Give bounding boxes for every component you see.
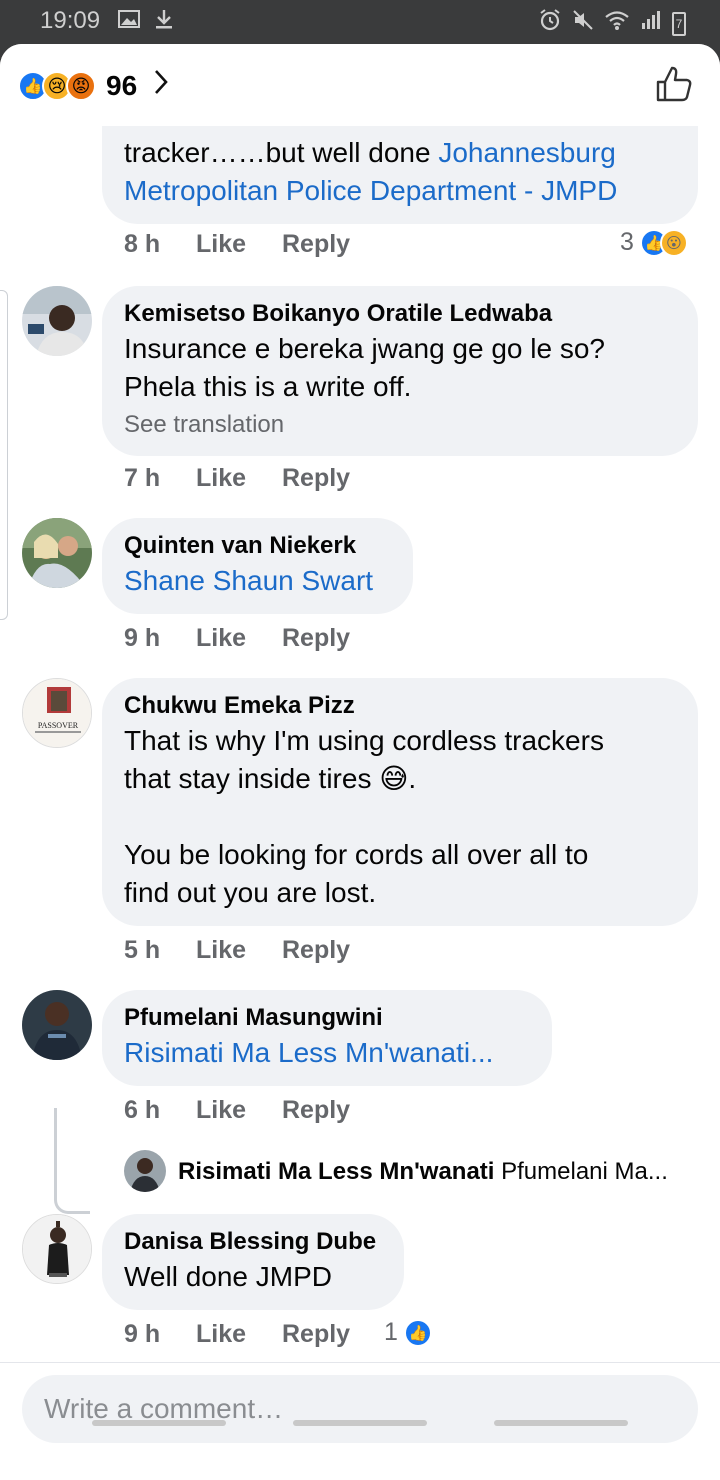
mention-link[interactable]: Risimati Ma Less Mn'wanati... bbox=[124, 1034, 530, 1072]
comment-author[interactable]: Chukwu Emeka Pizz bbox=[124, 690, 676, 722]
comment-time: 6 h bbox=[124, 1096, 161, 1124]
reply-avatar[interactable] bbox=[124, 1150, 166, 1192]
reply-author[interactable]: Risimati Ma Less Mn'wanati bbox=[178, 1158, 494, 1185]
avatar[interactable] bbox=[22, 518, 92, 588]
gallery-icon bbox=[118, 8, 140, 37]
comment-author[interactable]: Quinten van Niekerk bbox=[124, 530, 391, 562]
mute-icon bbox=[572, 9, 594, 38]
comment-bubble[interactable]: Pfumelani Masungwini Risimati Ma Less Mn… bbox=[102, 990, 552, 1086]
reaction-total: 96 bbox=[106, 70, 138, 101]
comment-actions: 9 h Like Reply bbox=[124, 624, 350, 653]
comment-text-line: That is why I'm using cordless trackers bbox=[124, 725, 604, 756]
like-post-button[interactable] bbox=[654, 64, 694, 104]
reply-button[interactable]: Reply bbox=[282, 1096, 350, 1125]
reply-button[interactable]: Reply bbox=[282, 936, 350, 965]
comment-reactions[interactable]: 1 👍 bbox=[384, 1318, 432, 1347]
reactions-header: 👍 😢 😡 96 bbox=[0, 44, 720, 126]
comment-time: 5 h bbox=[124, 936, 161, 964]
comment-bubble[interactable]: Chukwu Emeka Pizz That is why I'm using … bbox=[102, 678, 698, 926]
like-button[interactable]: Like bbox=[196, 464, 282, 493]
comment-actions: 8 h Like Reply bbox=[124, 230, 350, 259]
see-translation-link[interactable]: See translation bbox=[124, 408, 676, 442]
comment-time: 8 h bbox=[124, 230, 161, 258]
reply-thread-line bbox=[54, 1108, 90, 1214]
like-button[interactable]: Like bbox=[196, 230, 282, 259]
comment-actions: 7 h Like Reply bbox=[124, 464, 350, 493]
comment-text: Well done JMPD bbox=[124, 1261, 333, 1292]
comment-text: tracker……but well done bbox=[124, 137, 439, 168]
thumbs-up-icon bbox=[654, 66, 694, 108]
battery-level: 7 bbox=[675, 16, 683, 31]
comment-actions: 9 h Like Reply bbox=[124, 1320, 350, 1349]
nav-bar-right bbox=[494, 1420, 628, 1426]
comment-text-line: You be looking for cords all over all to bbox=[124, 839, 589, 870]
comment-text-line: that stay inside tires 😅. bbox=[124, 763, 417, 794]
comments-sheet: tracker……but well done Johannesburg Metr… bbox=[0, 44, 720, 1480]
alarm-icon bbox=[538, 8, 562, 39]
wifi-icon bbox=[604, 9, 630, 38]
comment-text-line: Insurance e bereka jwang ge go le so? bbox=[124, 333, 605, 364]
nav-bar-left bbox=[92, 1420, 226, 1426]
avatar[interactable]: PASSOVER bbox=[22, 678, 92, 748]
comment-time: 7 h bbox=[124, 464, 161, 492]
reactions-summary[interactable]: 👍 😢 😡 96 bbox=[18, 68, 169, 104]
like-button[interactable]: Like bbox=[196, 936, 282, 965]
reply-button[interactable]: Reply bbox=[282, 464, 350, 493]
status-time: 19:09 bbox=[40, 7, 101, 34]
comment-input[interactable] bbox=[22, 1375, 698, 1443]
wow-icon: 😮 bbox=[659, 228, 688, 257]
chevron-right-icon[interactable] bbox=[153, 68, 169, 104]
comment-text-line bbox=[124, 798, 676, 836]
comment-time: 9 h bbox=[124, 1320, 161, 1348]
nav-bar-center bbox=[293, 1420, 427, 1426]
comment-text-line: Phela this is a write off. bbox=[124, 371, 412, 402]
like-button[interactable]: Like bbox=[196, 1320, 282, 1349]
battery-icon: 7 bbox=[672, 11, 686, 36]
comment-reactions[interactable]: 3 👍 😮 bbox=[620, 228, 688, 257]
mention-link[interactable]: Shane Shaun Swart bbox=[124, 562, 391, 600]
reaction-count: 3 bbox=[620, 228, 634, 256]
scroll-edge-indicator bbox=[0, 290, 8, 620]
avatar[interactable] bbox=[22, 1214, 92, 1284]
angry-reaction-icon: 😡 bbox=[66, 71, 96, 101]
reaction-count: 1 bbox=[384, 1318, 398, 1346]
comment-actions: 5 h Like Reply bbox=[124, 936, 350, 965]
comment-bubble[interactable]: Danisa Blessing Dube Well done JMPD bbox=[102, 1214, 404, 1310]
avatar-caption: PASSOVER bbox=[37, 721, 79, 730]
like-button[interactable]: Like bbox=[196, 1096, 282, 1125]
signal-icon bbox=[640, 9, 662, 38]
reply-button[interactable]: Reply bbox=[282, 230, 350, 259]
reply-preview[interactable]: Risimati Ma Less Mn'wanati Pfumelani Ma.… bbox=[178, 1158, 668, 1186]
comment-text-line: find out you are lost. bbox=[124, 877, 377, 908]
comment-actions: 6 h Like Reply bbox=[124, 1096, 350, 1125]
comment-bubble[interactable]: Quinten van Niekerk Shane Shaun Swart bbox=[102, 518, 413, 614]
comment-time: 9 h bbox=[124, 624, 161, 652]
download-icon bbox=[154, 8, 174, 37]
avatar[interactable] bbox=[22, 990, 92, 1060]
comment-author[interactable]: Danisa Blessing Dube bbox=[124, 1226, 382, 1258]
comment-author[interactable]: Kemisetso Boikanyo Oratile Ledwaba bbox=[124, 298, 676, 330]
status-bar: 19:09 7 bbox=[0, 0, 720, 44]
comment-author[interactable]: Pfumelani Masungwini bbox=[124, 1002, 530, 1034]
like-button[interactable]: Like bbox=[196, 624, 282, 653]
reply-button[interactable]: Reply bbox=[282, 1320, 350, 1349]
comment-bubble[interactable]: Kemisetso Boikanyo Oratile Ledwaba Insur… bbox=[102, 286, 698, 456]
reply-button[interactable]: Reply bbox=[282, 624, 350, 653]
comments-list[interactable]: tracker……but well done Johannesburg Metr… bbox=[0, 44, 720, 1362]
reply-snippet: Pfumelani Ma... bbox=[494, 1158, 668, 1185]
avatar[interactable] bbox=[22, 286, 92, 356]
like-icon: 👍 bbox=[403, 1318, 432, 1347]
